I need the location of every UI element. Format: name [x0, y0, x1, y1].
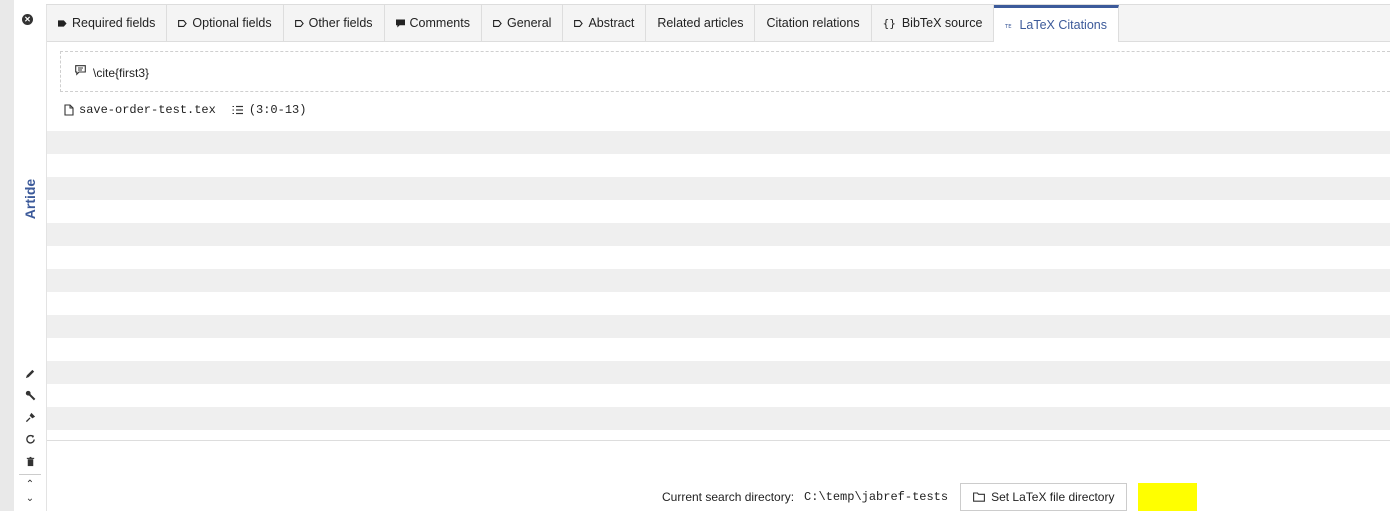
list-item — [47, 292, 1390, 315]
entry-type-label[interactable]: Artide — [14, 174, 46, 224]
citation-list — [47, 131, 1390, 430]
tex-icon: TE — [1005, 21, 1014, 30]
list-item — [47, 384, 1390, 407]
refresh-icon[interactable] — [14, 428, 46, 450]
tool-separator — [19, 474, 41, 475]
braces-icon: {} — [882, 16, 896, 30]
highlight-marker — [1138, 483, 1197, 511]
tab-label: Comments — [409, 16, 470, 30]
comment-icon — [395, 18, 405, 28]
tag-outline-icon — [178, 19, 188, 28]
tab-required-fields[interactable]: Required fields — [47, 5, 168, 41]
chevron-up-icon[interactable]: ⌃ — [14, 477, 46, 491]
list-item — [47, 223, 1390, 246]
trash-icon[interactable] — [14, 450, 46, 472]
tab-optional-fields[interactable]: Optional fields — [167, 5, 284, 41]
list-item — [47, 407, 1390, 430]
tab-other-fields[interactable]: Other fields — [284, 5, 385, 41]
svg-text:TE: TE — [1005, 23, 1012, 29]
file-icon — [64, 104, 74, 116]
tag-outline-icon — [294, 19, 304, 28]
tab-general[interactable]: General — [482, 5, 564, 41]
citation-text: \cite{first3} — [93, 66, 150, 80]
list-item — [47, 177, 1390, 200]
entry-side-panel: ✕ Artide ⌃ ⌄ — [14, 4, 47, 511]
pencil-icon[interactable] — [14, 362, 46, 384]
list-item — [47, 361, 1390, 384]
entry-editor-tabs: Required fields Optional fields Other fi… — [47, 5, 1390, 42]
tag-filled-icon — [58, 19, 67, 28]
citation-context: \cite{first3} — [60, 51, 1390, 92]
search-directory-value: C:\temp\jabref-tests — [804, 490, 949, 504]
list-numbered-icon — [232, 105, 244, 115]
tab-label: Related articles — [657, 16, 744, 30]
list-item — [47, 246, 1390, 269]
list-item — [47, 315, 1390, 338]
tab-label: Optional fields — [192, 16, 272, 30]
tab-label: Citation relations — [766, 16, 860, 30]
tab-comments[interactable]: Comments — [385, 5, 482, 41]
list-item — [47, 131, 1390, 154]
tag-outline-icon — [574, 19, 584, 28]
tab-label: General — [506, 16, 552, 30]
list-item — [47, 200, 1390, 223]
left-edge — [0, 0, 14, 511]
list-item — [47, 154, 1390, 177]
tab-label: BibTeX source — [901, 16, 983, 30]
wrench-icon[interactable] — [14, 384, 46, 406]
search-directory-label: Current search directory: — [662, 490, 795, 504]
comment-outline-icon — [75, 65, 86, 79]
tab-citation-relations[interactable]: Citation relations — [755, 5, 872, 41]
list-item — [47, 338, 1390, 361]
tab-label: LaTeX Citations — [1019, 18, 1107, 32]
close-entry-icon[interactable]: ✕ — [22, 14, 33, 25]
tab-label: Abstract — [588, 16, 635, 30]
citation-file-name: save-order-test.tex — [79, 103, 216, 117]
citation-file-line[interactable]: save-order-test.tex (3:0-13) — [64, 103, 306, 117]
tab-abstract[interactable]: Abstract — [563, 5, 647, 41]
list-item — [47, 269, 1390, 292]
citation-position: (3:0-13) — [248, 103, 307, 117]
folder-icon — [973, 492, 986, 502]
search-directory-bar: Current search directory: C:\temp\jabref… — [662, 483, 1128, 511]
tab-bibtex-source[interactable]: {} BibTeX source — [872, 5, 995, 41]
set-latex-directory-label: Set LaTeX file directory — [991, 490, 1115, 504]
list-bottom-border — [47, 440, 1390, 441]
set-latex-directory-button[interactable]: Set LaTeX file directory — [960, 483, 1128, 511]
tab-related-articles[interactable]: Related articles — [646, 5, 756, 41]
tag-outline-icon — [493, 19, 502, 28]
tab-latex-citations[interactable]: TE LaTeX Citations — [994, 5, 1119, 42]
chevron-down-icon[interactable]: ⌄ — [14, 491, 46, 505]
brush-icon[interactable] — [14, 406, 46, 428]
tab-label: Other fields — [308, 16, 373, 30]
tab-label: Required fields — [72, 16, 156, 30]
